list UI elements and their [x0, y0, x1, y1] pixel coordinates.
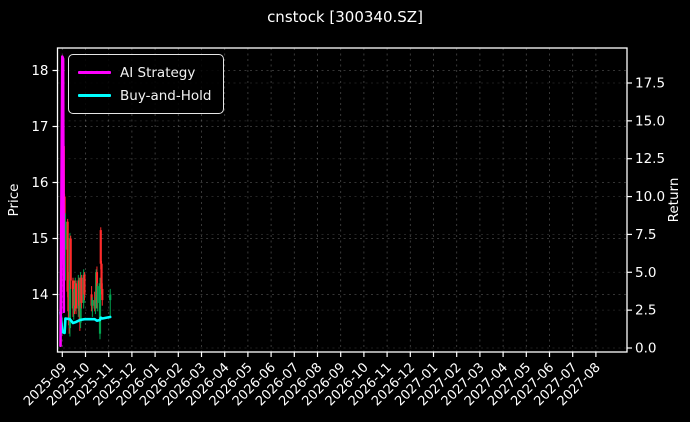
figure: cnstock [300340.SZ] Price Return 2025-09… — [0, 0, 690, 422]
candlestick-body — [91, 300, 94, 306]
candlestick-body — [69, 238, 72, 281]
candlestick-body — [99, 230, 102, 264]
legend: AI Strategy Buy-and-Hold — [68, 54, 225, 114]
legend-label-ai-strategy: AI Strategy — [120, 64, 196, 81]
return-tick-label: 12.5 — [635, 151, 665, 167]
return-tick-label: 7.5 — [635, 227, 656, 243]
return-tick-label: 17.5 — [635, 76, 665, 92]
price-tick-label: 17 — [31, 119, 48, 135]
price-tick-label: 15 — [31, 231, 48, 247]
return-tick-label: 0.0 — [635, 341, 656, 357]
candlestick-body — [83, 274, 86, 295]
legend-label-buy-and-hold: Buy-and-Hold — [120, 87, 212, 104]
return-tick-label: 2.5 — [635, 303, 656, 319]
price-tick-label: 18 — [31, 63, 48, 79]
buy-and-hold-line-swatch — [78, 94, 111, 97]
candlestick-body — [101, 288, 104, 301]
legend-item-buy-and-hold: Buy-and-Hold — [78, 84, 211, 107]
return-tick-label: 5.0 — [635, 265, 656, 281]
legend-item-ai-strategy: AI Strategy — [78, 61, 211, 84]
candlestick-body — [109, 294, 112, 301]
price-tick-label: 16 — [31, 175, 48, 191]
candlestick-body — [96, 286, 99, 303]
return-tick-label: 15.0 — [635, 113, 665, 129]
candlestick-body — [98, 283, 102, 334]
ai-strategy-line-swatch — [78, 71, 111, 74]
price-tick-label: 14 — [31, 287, 48, 303]
candlestick-body — [80, 277, 83, 303]
candlestick-body — [74, 283, 78, 309]
return-tick-label: 10.0 — [635, 189, 665, 205]
